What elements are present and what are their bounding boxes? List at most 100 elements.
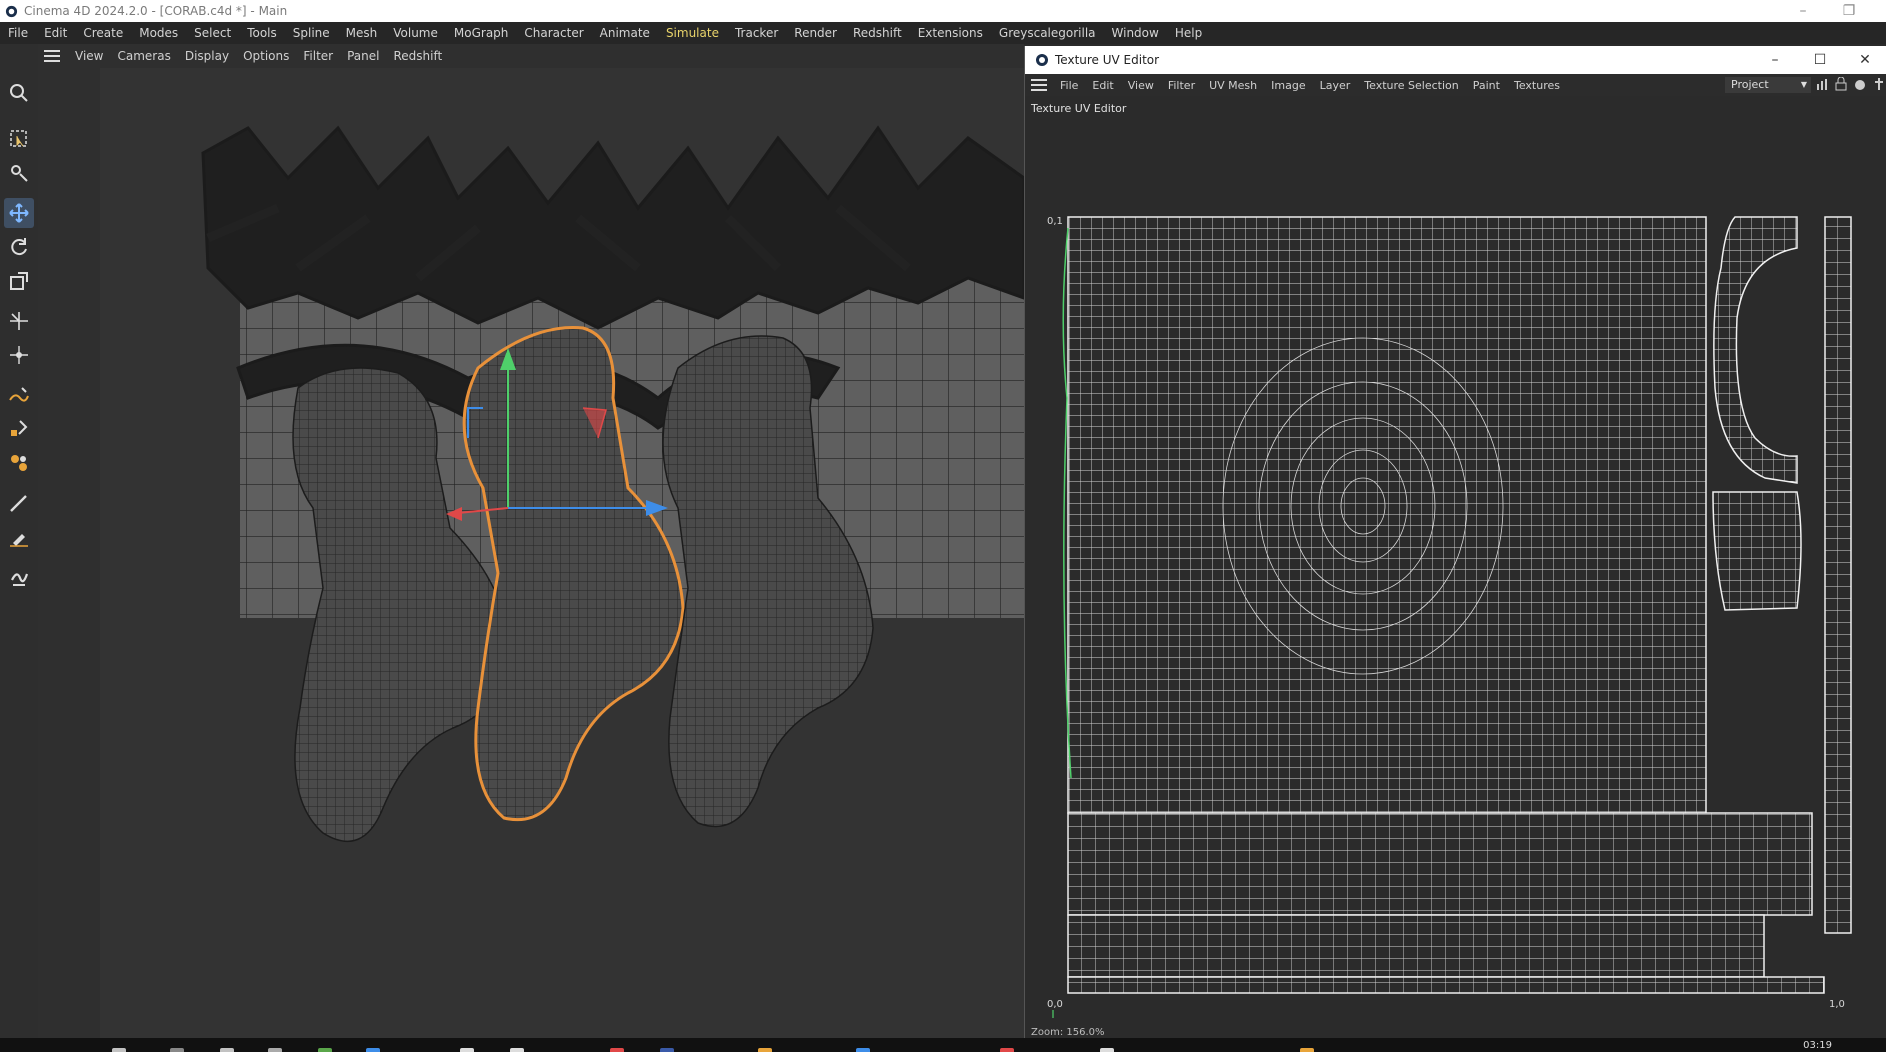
uv-canvas[interactable]: 0,1 0,0 1,0 U: [1025, 118, 1886, 1018]
menu-select[interactable]: Select: [186, 26, 239, 40]
iron-icon[interactable]: [4, 562, 34, 592]
lock-icon[interactable]: [1834, 76, 1847, 92]
viewport-menu-display[interactable]: Display: [178, 49, 236, 63]
uv-island-toe[interactable]: [1712, 491, 1802, 611]
menu-window[interactable]: Window: [1104, 26, 1167, 40]
uv-island-main[interactable]: [1067, 216, 1707, 814]
live-selection-icon[interactable]: [4, 124, 34, 154]
taskbar-app-icon[interactable]: [112, 1048, 126, 1052]
uv-menu-view[interactable]: View: [1121, 79, 1161, 92]
uv-island-strip-2[interactable]: [1067, 914, 1765, 978]
uv-zoom-level: Zoom: 156.0%: [1031, 1027, 1105, 1038]
uv-menu-layer[interactable]: Layer: [1313, 79, 1358, 92]
taskbar-app-icon[interactable]: [366, 1048, 380, 1052]
project-dropdown[interactable]: Project ▼: [1725, 77, 1811, 93]
menu-file[interactable]: File: [0, 26, 36, 40]
knife-icon[interactable]: [4, 522, 34, 552]
uv-menu-edit[interactable]: Edit: [1085, 79, 1120, 92]
uv-island-strip-1[interactable]: [1067, 812, 1813, 916]
hamburger-menu-icon[interactable]: [44, 50, 60, 62]
uv-minimize-icon[interactable]: –: [1753, 46, 1797, 74]
menu-help[interactable]: Help: [1167, 26, 1210, 40]
taskbar-app-icon[interactable]: [1100, 1048, 1114, 1052]
axis-move-icon[interactable]: [4, 306, 34, 336]
uv-close-icon[interactable]: ✕: [1843, 46, 1886, 74]
project-dropdown-value: Project: [1731, 78, 1769, 91]
minimize-icon[interactable]: –: [1783, 0, 1823, 22]
taskbar-app-icon[interactable]: [758, 1048, 772, 1052]
uv-menu-file[interactable]: File: [1053, 79, 1085, 92]
move-icon[interactable]: [4, 198, 34, 228]
menu-tools[interactable]: Tools: [239, 26, 285, 40]
histogram-icon[interactable]: [1815, 76, 1828, 92]
chevron-down-icon: ▼: [1800, 80, 1807, 89]
window-title: Cinema 4D 2024.2.0 - [CORAB.c4d *] - Mai…: [24, 4, 288, 18]
menu-modes[interactable]: Modes: [131, 26, 186, 40]
menu-mesh[interactable]: Mesh: [338, 26, 386, 40]
rotate-icon[interactable]: [4, 232, 34, 262]
menu-edit[interactable]: Edit: [36, 26, 75, 40]
taskbar-app-icon[interactable]: [170, 1048, 184, 1052]
menu-redshift[interactable]: Redshift: [845, 26, 910, 40]
brush-icon[interactable]: [4, 488, 34, 518]
cinema4d-logo-icon: [1036, 54, 1048, 66]
uv-editor-title: Texture UV Editor: [1055, 53, 1160, 67]
taskbar-app-icon[interactable]: [1000, 1048, 1014, 1052]
taskbar-app-icon[interactable]: [460, 1048, 474, 1052]
uv-editor-window: Texture UV Editor – ☐ ✕ File Edit View F…: [1024, 46, 1886, 1038]
uv-menu-filter[interactable]: Filter: [1161, 79, 1202, 92]
uv-maximize-icon[interactable]: ☐: [1798, 46, 1842, 74]
uv-menu-image[interactable]: Image: [1264, 79, 1312, 92]
taskbar-app-icon[interactable]: [660, 1048, 674, 1052]
uv-menu-paint[interactable]: Paint: [1466, 79, 1507, 92]
paint-brush-icon[interactable]: [4, 414, 34, 444]
viewport-menu-filter[interactable]: Filter: [296, 49, 340, 63]
restore-icon[interactable]: ❐: [1829, 0, 1869, 22]
uv-island-strip-3[interactable]: [1067, 976, 1825, 994]
uv-menu-textures[interactable]: Textures: [1507, 79, 1567, 92]
taskbar-app-icon[interactable]: [318, 1048, 332, 1052]
taskbar-app-icon[interactable]: [856, 1048, 870, 1052]
hand-icon[interactable]: [1853, 76, 1866, 92]
spline-pen-icon[interactable]: [4, 380, 34, 410]
menu-create[interactable]: Create: [75, 26, 131, 40]
menu-greyscalegorilla[interactable]: Greyscalegorilla: [991, 26, 1104, 40]
uv-axis-top-label: 0,1: [1047, 216, 1063, 227]
viewport-menu-redshift[interactable]: Redshift: [386, 49, 449, 63]
taskbar-app-icon[interactable]: [268, 1048, 282, 1052]
uv-island-strip-vertical[interactable]: [1824, 216, 1852, 934]
viewport-menu-cameras[interactable]: Cameras: [110, 49, 177, 63]
magnet-icon[interactable]: [4, 448, 34, 478]
uv-panel-label: Texture UV Editor: [1031, 102, 1127, 115]
taskbar-app-icon[interactable]: [220, 1048, 234, 1052]
tweak-icon[interactable]: [4, 158, 34, 188]
scale-icon[interactable]: [4, 266, 34, 296]
uv-editor-titlebar: Texture UV Editor – ☐ ✕: [1025, 46, 1886, 74]
viewport-menu-view[interactable]: View: [68, 49, 110, 63]
menu-render[interactable]: Render: [786, 26, 845, 40]
3d-viewport[interactable]: [38, 68, 1024, 1038]
uv-menu-uv-mesh[interactable]: UV Mesh: [1202, 79, 1264, 92]
cinema4d-logo-icon: [5, 5, 18, 17]
menu-extensions[interactable]: Extensions: [910, 26, 991, 40]
taskbar-app-icon[interactable]: [610, 1048, 624, 1052]
taskbar-app-icon[interactable]: [1300, 1048, 1314, 1052]
menu-volume[interactable]: Volume: [385, 26, 446, 40]
uv-hamburger-menu-icon[interactable]: [1031, 79, 1047, 91]
menu-tracker[interactable]: Tracker: [727, 26, 786, 40]
pin-icon[interactable]: [1872, 76, 1885, 92]
menu-character[interactable]: Character: [516, 26, 591, 40]
menu-simulate[interactable]: Simulate: [658, 26, 727, 40]
taskbar-app-icon[interactable]: [510, 1048, 524, 1052]
search-icon[interactable]: [4, 78, 34, 108]
menu-spline[interactable]: Spline: [285, 26, 338, 40]
uv-menu-texture-selection[interactable]: Texture Selection: [1357, 79, 1465, 92]
viewport-menubar: View Cameras Display Options Filter Pane…: [38, 44, 1024, 68]
point-move-icon[interactable]: [4, 340, 34, 370]
os-taskbar: 03:19: [0, 1038, 1886, 1052]
uv-island-cuff[interactable]: [1713, 216, 1798, 484]
viewport-menu-panel[interactable]: Panel: [340, 49, 386, 63]
menu-animate[interactable]: Animate: [592, 26, 658, 40]
viewport-menu-options[interactable]: Options: [236, 49, 296, 63]
menu-mograph[interactable]: MoGraph: [446, 26, 517, 40]
